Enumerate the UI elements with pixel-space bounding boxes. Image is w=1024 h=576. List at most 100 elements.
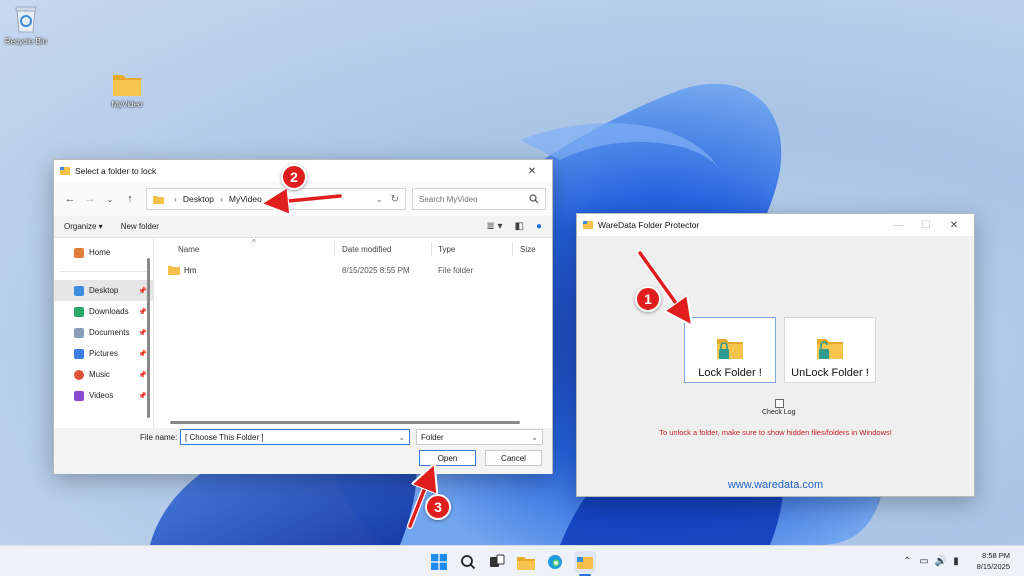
sidebar-scrollbar[interactable]: [147, 258, 150, 418]
sidebar-item-label: Documents: [89, 328, 130, 337]
navigation-pane: Home Desktop 📌 Downloads 📌 Documents 📌 P…: [54, 238, 154, 428]
windows-logo-icon: [431, 554, 447, 570]
search-box[interactable]: [412, 188, 546, 210]
unlock-folder-label: UnLock Folder !: [791, 367, 869, 379]
chevron-up-icon[interactable]: ⌃: [903, 556, 911, 567]
desktop-icon-recycle-bin[interactable]: Recycle Bin: [0, 4, 56, 46]
start-button[interactable]: [428, 551, 450, 573]
back-arrow-icon[interactable]: ←: [60, 193, 80, 205]
edge-icon: [548, 555, 562, 569]
column-header-size[interactable]: Size: [520, 245, 536, 254]
column-header-name[interactable]: Name: [154, 245, 199, 254]
column-header-date[interactable]: Date modified: [342, 245, 391, 254]
folder-protector-taskbar-button[interactable]: [574, 551, 596, 573]
cancel-button[interactable]: Cancel: [485, 450, 542, 466]
breadcrumb-desktop[interactable]: Desktop: [183, 194, 214, 204]
taskbar-search-button[interactable]: [457, 551, 479, 573]
select-folder-dialog: Select a folder to lock ✕ ← → ⌄ ↑ › Desk…: [53, 159, 553, 474]
network-icon[interactable]: ▭: [919, 556, 928, 567]
file-list: Name ^ Date modified Type Size Hm 8/15/2…: [154, 238, 552, 428]
sidebar-item-home[interactable]: Home: [54, 242, 153, 263]
file-name-value: [ Choose This Folder ]: [185, 432, 264, 442]
folder-icon: [168, 266, 180, 275]
file-type: File folder: [438, 265, 474, 275]
file-name-field[interactable]: [ Choose This Folder ] ⌄: [180, 429, 410, 445]
taskbar-clock[interactable]: 8:58 PM 8/15/2025: [977, 550, 1010, 572]
file-type-value: Folder: [421, 432, 444, 442]
step-badge-3: 3: [425, 494, 451, 520]
check-log-checkbox[interactable]: [775, 399, 784, 408]
lock-folder-button[interactable]: Lock Folder !: [684, 317, 776, 383]
organize-button[interactable]: Organize ▾: [64, 222, 103, 231]
sidebar-item-documents[interactable]: Documents 📌: [54, 322, 153, 343]
step-badge-2: 2: [281, 164, 307, 190]
up-arrow-icon[interactable]: ↑: [120, 193, 140, 205]
help-icon[interactable]: ●: [536, 221, 542, 232]
close-icon[interactable]: ✕: [518, 160, 546, 182]
chevron-down-icon[interactable]: ⌄: [398, 433, 405, 442]
step-badge-1: 1: [635, 286, 661, 312]
task-view-icon: [490, 554, 505, 567]
browser-area: Home Desktop 📌 Downloads 📌 Documents 📌 P…: [54, 238, 552, 428]
column-header-type[interactable]: Type: [438, 245, 455, 254]
file-date: 8/15/2025 8:55 PM: [342, 265, 410, 275]
app-icon: [60, 167, 70, 175]
desktop-icon-myvideo[interactable]: MyVideo: [97, 71, 157, 109]
view-options-icon[interactable]: ≣ ▾: [486, 221, 502, 232]
new-folder-button[interactable]: New folder: [121, 222, 159, 231]
pin-icon: 📌: [138, 350, 147, 358]
search-icon: [529, 194, 539, 204]
protector-title: WareData Folder Protector: [598, 220, 700, 230]
dialog-title: Select a folder to lock: [75, 166, 157, 176]
refresh-icon[interactable]: ↻: [391, 194, 399, 205]
warning-text: To unlock a folder, make sure to show hi…: [659, 428, 892, 437]
check-log-label: Check Log: [762, 409, 796, 416]
desktop-icon-label: MyVideo: [111, 100, 143, 109]
website-link[interactable]: www.waredata.com: [577, 479, 974, 491]
sidebar-item-videos[interactable]: Videos 📌: [54, 385, 153, 406]
clock-time: 8:58 PM: [982, 551, 1010, 560]
sidebar-item-desktop[interactable]: Desktop 📌: [54, 280, 153, 301]
recent-locations-chevron-icon[interactable]: ⌄: [100, 195, 120, 204]
forward-arrow-icon[interactable]: →: [80, 193, 100, 205]
column-headers: Name ^ Date modified Type Size: [154, 238, 552, 260]
sidebar-item-downloads[interactable]: Downloads 📌: [54, 301, 153, 322]
file-explorer-button[interactable]: [515, 551, 537, 573]
breadcrumb-myvideo[interactable]: MyVideo: [229, 194, 262, 204]
protector-titlebar: WareData Folder Protector — ☐ ✕: [577, 214, 974, 236]
sidebar-item-label: Videos: [89, 391, 114, 400]
minimize-icon[interactable]: —: [884, 214, 912, 236]
chevron-down-icon[interactable]: ⌄: [376, 195, 383, 204]
file-type-select[interactable]: Folder ⌄: [416, 429, 543, 445]
folder-icon: [113, 75, 141, 96]
battery-icon[interactable]: ▮: [953, 556, 959, 567]
preview-pane-icon[interactable]: ◧: [515, 221, 524, 232]
volume-icon[interactable]: 🔊: [935, 556, 947, 567]
sidebar-item-label: Home: [89, 248, 111, 257]
recycle-bin-icon: [15, 6, 37, 33]
address-bar[interactable]: › Desktop › MyVideo ⌄ ↻: [146, 188, 406, 210]
open-button[interactable]: Open: [419, 450, 476, 466]
edge-browser-button[interactable]: [544, 551, 566, 573]
pin-icon: 📌: [138, 371, 147, 379]
search-input[interactable]: [419, 194, 529, 204]
music-icon: [74, 369, 84, 380]
sidebar-item-music[interactable]: Music 📌: [54, 364, 153, 385]
downloads-icon: [74, 306, 84, 317]
file-row[interactable]: Hm 8/15/2025 8:55 PM File folder: [154, 260, 552, 280]
unlock-folder-button[interactable]: UnLock Folder !: [784, 317, 876, 383]
sidebar-item-label: Desktop: [89, 286, 119, 295]
maximize-icon[interactable]: ☐: [912, 214, 940, 236]
column-divider: [512, 242, 513, 256]
close-icon[interactable]: ✕: [940, 214, 968, 236]
task-view-button[interactable]: [486, 551, 508, 573]
horizontal-scrollbar[interactable]: [170, 421, 520, 424]
sidebar-item-pictures[interactable]: Pictures 📌: [54, 343, 153, 364]
documents-icon: [74, 327, 84, 338]
divider: [60, 271, 147, 272]
pin-icon: 📌: [138, 308, 147, 316]
pin-icon: 📌: [138, 392, 147, 400]
home-icon: [74, 247, 84, 258]
taskbar: ⌃ ▭ 🔊 ▮ 8:58 PM 8/15/2025: [0, 545, 1024, 576]
file-name-label: File name:: [140, 433, 178, 442]
